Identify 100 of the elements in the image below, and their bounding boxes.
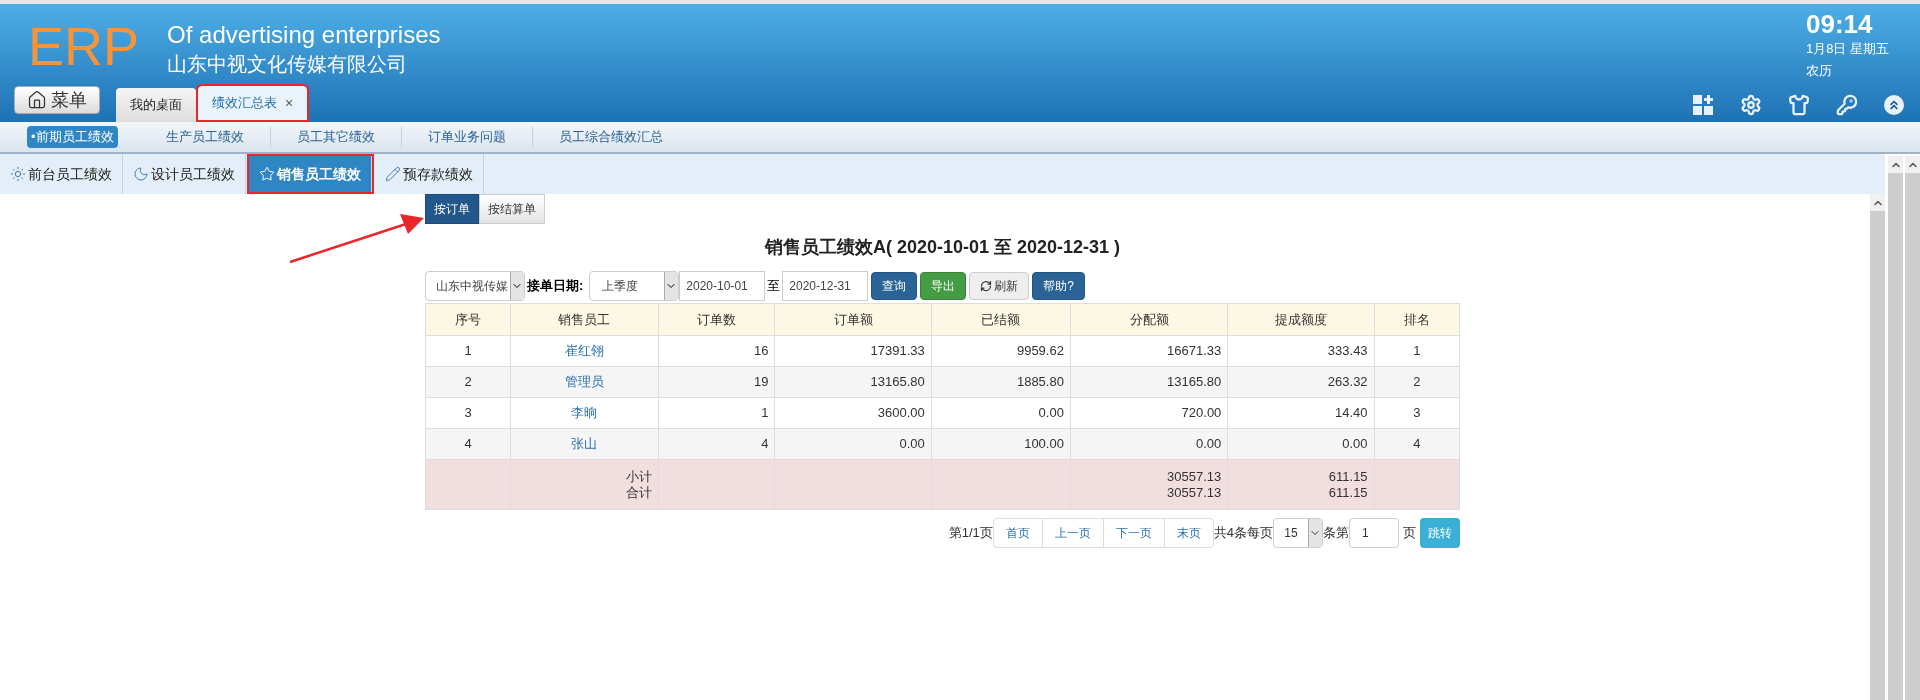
table-cell: 0.00 [774, 428, 932, 460]
scrollbar[interactable] [1870, 194, 1885, 700]
toolbar-button[interactable]: 刷新 [969, 272, 1030, 300]
table-cell: 13165.80 [774, 366, 932, 398]
sub-nav-item[interactable]: 员工其它绩效 [292, 126, 379, 148]
moon-icon [133, 166, 149, 182]
column-header: 分配额 [1070, 303, 1228, 336]
sun-icon [10, 166, 26, 182]
report-tab[interactable]: 设计员工绩效 [123, 154, 246, 194]
table-cell: 16671.33 [1070, 335, 1228, 367]
sub-nav-item[interactable]: 生产员工绩效 [161, 126, 248, 148]
table-cell: 0.00 [1070, 428, 1228, 460]
page-unit-label: 条第 [1323, 524, 1349, 543]
scrollbar[interactable] [1905, 156, 1920, 700]
table-cell: 333.43 [1227, 335, 1375, 367]
company-title-cn: 山东中视文化传媒有限公司 [167, 52, 409, 77]
table-cell: 9959.62 [931, 335, 1071, 367]
table-cell: 4 [425, 428, 511, 460]
scrollbar[interactable] [1888, 156, 1903, 700]
toolbar-button[interactable]: 查询 [871, 272, 918, 300]
page-info: 第1/1页 [948, 524, 993, 543]
report-tab[interactable]: 销售员工绩效 [249, 156, 372, 192]
menu-button[interactable]: 菜单 [14, 86, 100, 114]
summary-cell-text: 30557.13 [1166, 468, 1222, 485]
summary-cell-text: 合计 [624, 484, 652, 501]
sub-nav-item[interactable]: 订单业务问题 [423, 126, 510, 148]
column-header: 排名 [1374, 303, 1460, 336]
table-cell: 2 [425, 366, 511, 398]
column-header: 订单数 [658, 303, 775, 336]
column-header: 已结额 [931, 303, 1071, 336]
table-cell: 13165.80 [1070, 366, 1228, 398]
report-title: 销售员工绩效A( 2020-10-01 至 2020-12-31 ) [763, 236, 1122, 259]
column-header: 提成额度 [1227, 303, 1375, 336]
mode-toggle-button[interactable]: 按结算单 [479, 194, 545, 224]
collapse-icon[interactable] [1884, 95, 1904, 115]
table-cell: 1 [658, 397, 775, 429]
page-suffix-label: 页 [1403, 524, 1416, 543]
settings-icon[interactable] [1740, 94, 1762, 116]
clock-time: 09:14 [1806, 10, 1874, 38]
pagination-link[interactable]: 下一页 [1102, 519, 1164, 547]
period-select[interactable]: 上季度 [589, 271, 680, 301]
sub-nav-item[interactable]: 员工综合绩效汇总 [554, 126, 667, 148]
summary-cell-text: 611.15 [1327, 484, 1368, 501]
table-cell: 0.00 [931, 397, 1071, 429]
pagination-link[interactable]: 上一页 [1041, 519, 1103, 547]
table-cell: 14.40 [1227, 397, 1375, 429]
employee-link[interactable]: 张山 [510, 428, 659, 460]
employee-link[interactable]: 崔红翎 [510, 335, 659, 367]
toolbar-button[interactable]: 导出 [920, 272, 967, 300]
page-tab[interactable]: 绩效汇总表 × [198, 86, 308, 120]
report-tab[interactable]: 前台员工绩效 [0, 154, 123, 194]
pagination-link[interactable]: 末页 [1163, 519, 1213, 547]
mode-toggle-button[interactable]: 按订单 [425, 194, 479, 224]
column-header: 销售员工 [510, 303, 659, 336]
table-cell: 3 [1374, 397, 1460, 429]
company-title-en: Of advertising enterprises [167, 20, 441, 50]
table-cell: 1 [1374, 335, 1460, 367]
page-size-select[interactable]: 15 [1273, 518, 1323, 548]
home-icon [27, 90, 47, 110]
refresh-icon [980, 280, 993, 292]
column-header: 序号 [425, 303, 511, 336]
table-cell: 4 [658, 428, 775, 460]
star-icon [259, 166, 275, 182]
date-separator: 至 [767, 277, 781, 296]
table-cell: 3600.00 [774, 397, 932, 429]
page-number-field[interactable]: 1 [1349, 518, 1399, 548]
employee-link[interactable]: 管理员 [510, 366, 659, 398]
pagination-link[interactable]: 首页 [993, 519, 1042, 547]
clock-date: 1月8日 星期五 [1806, 40, 1891, 58]
employee-link[interactable]: 李晌 [510, 397, 659, 429]
toolbar-button[interactable]: 帮助? [1032, 272, 1086, 300]
table-cell: 263.32 [1227, 366, 1375, 398]
summary-cell-text: 小计 [624, 468, 652, 485]
pencil-icon [385, 166, 401, 182]
page-tab[interactable]: 我的桌面 [116, 88, 196, 122]
table-cell: 720.00 [1070, 397, 1228, 429]
lunar-date: 农历 [1806, 62, 1833, 80]
end-date-field[interactable]: 2020-12-31 [782, 271, 869, 301]
erp-logo: ERP [28, 16, 140, 76]
column-header: 订单额 [774, 303, 932, 336]
sub-nav-item[interactable]: •前期员工绩效 [27, 126, 118, 148]
table-cell: 16 [658, 335, 775, 367]
shirt-icon[interactable] [1788, 94, 1810, 116]
grid-plus-icon[interactable] [1692, 94, 1714, 116]
table-cell: 17391.33 [774, 335, 932, 367]
table-cell: 1 [425, 335, 511, 367]
table-cell: 0.00 [1227, 428, 1375, 460]
start-date-field[interactable]: 2020-10-01 [679, 271, 766, 301]
table-cell: 2 [1374, 366, 1460, 398]
close-tab-button[interactable]: × [285, 92, 294, 114]
summary-cell-text: 30557.13 [1166, 484, 1222, 501]
total-label: 共4条每页 [1213, 524, 1273, 543]
table-cell: 19 [658, 366, 775, 398]
table-cell: 3 [425, 397, 511, 429]
company-select[interactable]: 山东中视传媒 [425, 271, 525, 301]
table-cell: 100.00 [931, 428, 1071, 460]
table-cell: 4 [1374, 428, 1460, 460]
table-cell: 1885.80 [931, 366, 1071, 398]
key-icon[interactable] [1836, 94, 1858, 116]
summary-cell-text: 611.15 [1327, 468, 1368, 485]
